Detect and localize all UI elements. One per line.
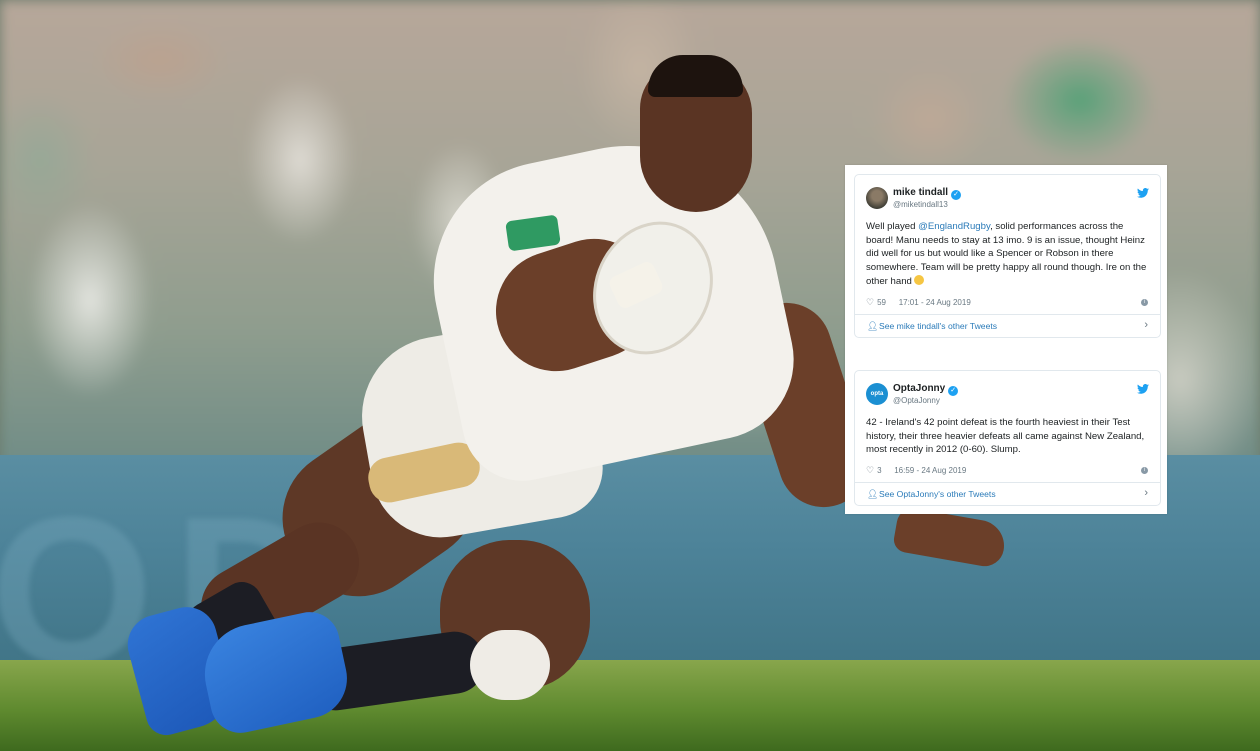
heart-icon[interactable]: ♡ [866, 297, 874, 308]
flushed-face-emoji-icon [913, 274, 924, 285]
tweet-header: mike tindall ✓ @miketindall13 [855, 175, 1160, 211]
tweet-header: opta OptaJonny ✓ @OptaJonny [855, 371, 1160, 407]
author-handle[interactable]: @OptaJonny [893, 396, 940, 405]
tweet-time[interactable]: 16:59 [894, 466, 914, 475]
tweet-overlay: mike tindall ✓ @miketindall13 Well played… [845, 165, 1167, 514]
tweet-text: 42 - Ireland's 42 point defeat is the fo… [866, 417, 1145, 456]
info-icon[interactable]: i [1141, 299, 1148, 306]
tweet-text: Well played @EnglandRugby, solid perform… [866, 220, 1151, 289]
tweet-text-part: Well played [866, 221, 919, 232]
tweet-meta: ♡ 59 17:01 - 24 Aug 2019 [866, 297, 971, 308]
author-handle[interactable]: @miketindall13 [893, 200, 948, 209]
twitter-bird-icon[interactable] [1137, 188, 1149, 198]
player-hand [891, 505, 1009, 570]
knee-tape [470, 630, 550, 700]
see-other-tweets-label[interactable]: See mike tindall's other Tweets [879, 321, 997, 331]
author-name[interactable]: mike tindall [893, 187, 948, 198]
like-count[interactable]: 59 [877, 298, 886, 307]
tweet-author-name[interactable]: OptaJonny ✓ [893, 383, 959, 396]
tweet-card[interactable]: opta OptaJonny ✓ @OptaJonny 42 - Ireland'… [854, 370, 1161, 506]
twitter-bird-icon[interactable] [1137, 384, 1149, 394]
like-count[interactable]: 3 [877, 466, 881, 475]
heart-icon[interactable]: ♡ [866, 465, 874, 476]
tweet-date[interactable]: 24 Aug 2019 [926, 298, 971, 307]
chevron-right-icon: › [1144, 319, 1148, 331]
avatar[interactable]: opta [866, 383, 888, 405]
author-name[interactable]: OptaJonny [893, 383, 945, 394]
info-icon[interactable]: i [1141, 467, 1148, 474]
tweet-card[interactable]: mike tindall ✓ @miketindall13 Well played… [854, 174, 1161, 338]
tweet-date[interactable]: 24 Aug 2019 [921, 466, 966, 475]
see-other-tweets-link[interactable]: 👤︎ See OptaJonny's other Tweets › [855, 482, 1160, 505]
mention-link[interactable]: @EnglandRugby [918, 221, 990, 232]
separator: - [918, 298, 926, 307]
see-other-tweets-label[interactable]: See OptaJonny's other Tweets [879, 489, 996, 499]
person-icon: 👤︎ [867, 321, 879, 331]
tweet-meta: ♡ 3 16:59 - 24 Aug 2019 [866, 465, 966, 476]
person-icon: 👤︎ [867, 489, 879, 499]
tweet-author-name[interactable]: mike tindall ✓ [893, 187, 962, 200]
verified-badge-icon: ✓ [951, 190, 962, 200]
chevron-right-icon: › [1144, 487, 1148, 499]
tweet-time[interactable]: 17:01 [899, 298, 919, 307]
see-other-tweets-link[interactable]: 👤︎ See mike tindall's other Tweets › [855, 314, 1160, 337]
player-hair [648, 55, 743, 97]
avatar-logo-text: opta [870, 391, 884, 397]
verified-badge-icon: ✓ [948, 386, 959, 396]
avatar[interactable] [866, 187, 888, 209]
